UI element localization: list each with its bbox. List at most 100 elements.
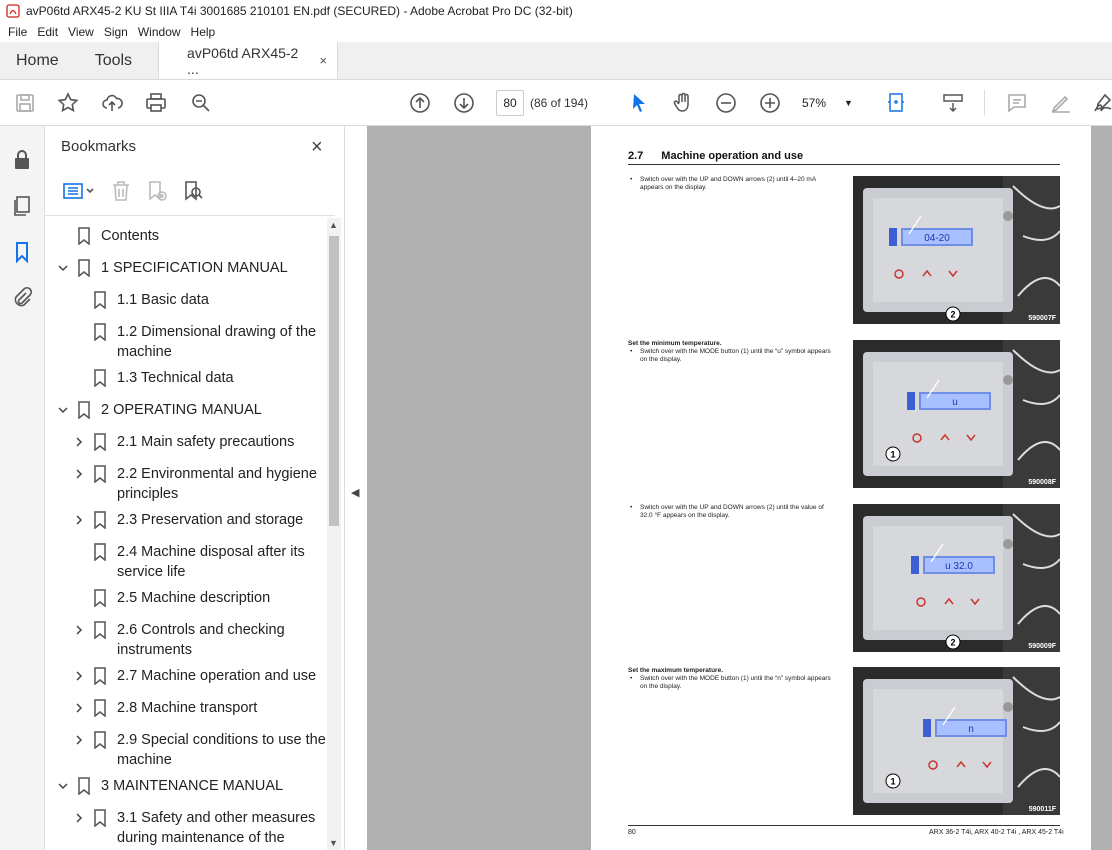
chevron-right-icon[interactable] bbox=[73, 670, 85, 682]
scroll-down-icon[interactable]: ▼ bbox=[329, 838, 338, 848]
bookmark-label: 3.1 Safety and other measures during mai… bbox=[117, 810, 316, 846]
menu-edit[interactable]: Edit bbox=[37, 25, 58, 39]
document-viewer[interactable]: 2.7 Machine operation and use Switch over… bbox=[367, 126, 1112, 850]
bookmark-item[interactable]: 3.1 Safety and other measures during mai… bbox=[45, 808, 329, 848]
bookmark-icon bbox=[78, 259, 90, 277]
zoom-out-icon[interactable] bbox=[713, 90, 739, 116]
attachment-icon[interactable] bbox=[10, 286, 34, 310]
bookmark-item[interactable]: 1.2 Dimensional drawing of the machine bbox=[45, 322, 329, 362]
bookmarks-panel: Bookmarks × Contents 1 SPECIFICATION MANU… bbox=[45, 126, 345, 850]
scrollbar-thumb[interactable] bbox=[329, 236, 339, 526]
chevron-right-icon[interactable] bbox=[73, 812, 85, 824]
bookmark-icon bbox=[94, 465, 106, 483]
bookmark-label: Contents bbox=[101, 228, 160, 244]
photo-code: 590007F bbox=[1028, 315, 1056, 322]
callout-number: 2 bbox=[950, 310, 955, 320]
collapse-panel-icon[interactable]: ◀ bbox=[351, 486, 359, 499]
bookmark-item[interactable]: 2.9 Special conditions to use the machin… bbox=[45, 730, 329, 770]
chevron-right-icon[interactable] bbox=[73, 734, 85, 746]
delete-icon[interactable] bbox=[109, 179, 133, 203]
chevron-right-icon[interactable] bbox=[73, 702, 85, 714]
bookmark-icon[interactable] bbox=[10, 240, 34, 264]
bookmark-label: 2 OPERATING MANUAL bbox=[101, 402, 262, 418]
bookmark-label: 2.8 Machine transport bbox=[117, 700, 258, 716]
chevron-down-icon[interactable] bbox=[57, 404, 69, 416]
chevron-down-icon[interactable] bbox=[57, 780, 69, 792]
bookmark-label: 2.7 Machine operation and use bbox=[117, 668, 317, 684]
bookmark-tree: Contents 1 SPECIFICATION MANUAL 1.1 Basic … bbox=[45, 218, 329, 850]
display-readout: u 32.0 bbox=[945, 561, 973, 572]
section-title: Machine operation and use bbox=[661, 150, 804, 162]
bookmark-icon bbox=[94, 809, 106, 827]
bookmark-label: 1 SPECIFICATION MANUAL bbox=[101, 260, 288, 276]
arrow-down-circle-icon[interactable] bbox=[451, 90, 477, 116]
zoom-select[interactable]: 57% ▼ bbox=[802, 92, 864, 114]
bookmark-label: 2.1 Main safety precautions bbox=[117, 434, 295, 450]
tab-tools[interactable]: Tools bbox=[75, 42, 148, 79]
tab-close-button[interactable]: × bbox=[319, 53, 327, 68]
sign-icon[interactable] bbox=[1090, 90, 1112, 116]
star-icon[interactable] bbox=[55, 90, 81, 116]
bookmark-label: 1.1 Basic data bbox=[117, 292, 209, 308]
page-count: (86 of 194) bbox=[530, 96, 589, 110]
fit-page-icon[interactable] bbox=[884, 90, 910, 116]
bookmark-icon bbox=[78, 401, 90, 419]
menu-file[interactable]: File bbox=[8, 25, 27, 39]
bookmark-label: 3 MAINTENANCE MANUAL bbox=[101, 778, 284, 794]
bookmark-item[interactable]: 2.4 Machine disposal after its service l… bbox=[45, 542, 329, 582]
pen-icon[interactable] bbox=[1048, 90, 1074, 116]
left-navigation-rail bbox=[0, 126, 45, 850]
add-bookmark-icon[interactable] bbox=[145, 179, 169, 203]
arrow-up-circle-icon[interactable] bbox=[407, 90, 433, 116]
upload-icon[interactable] bbox=[99, 90, 125, 116]
controller-photo: 1 n 590011F bbox=[853, 667, 1060, 815]
tab-document[interactable]: avP06td ARX45-2 ... × bbox=[158, 42, 339, 79]
menu-view[interactable]: View bbox=[68, 25, 94, 39]
hand-icon[interactable] bbox=[670, 90, 696, 116]
page-thumbnails-icon[interactable] bbox=[10, 194, 34, 218]
chevron-down-icon[interactable] bbox=[57, 262, 69, 274]
tab-home[interactable]: Home bbox=[0, 42, 75, 79]
controller-photo: 2 u 32.0 590009F bbox=[853, 504, 1060, 652]
comment-icon[interactable] bbox=[1004, 90, 1030, 116]
page-number-input[interactable]: 80 bbox=[496, 90, 524, 116]
chevron-right-icon[interactable] bbox=[73, 514, 85, 526]
find-bookmark-icon[interactable] bbox=[181, 179, 205, 203]
zoom-in-icon[interactable] bbox=[757, 90, 783, 116]
display-readout: 04-20 bbox=[924, 233, 950, 244]
lock-icon[interactable] bbox=[10, 148, 34, 172]
print-icon[interactable] bbox=[143, 90, 169, 116]
chevron-right-icon[interactable] bbox=[73, 468, 85, 480]
pointer-icon[interactable] bbox=[626, 90, 652, 116]
chevron-right-icon[interactable] bbox=[73, 624, 85, 636]
bookmark-icon bbox=[94, 433, 106, 451]
bookmark-icon bbox=[94, 291, 106, 309]
bookmark-item[interactable]: 2.6 Controls and checking instruments bbox=[45, 620, 329, 660]
chevron-right-icon[interactable] bbox=[73, 436, 85, 448]
search-icon[interactable] bbox=[188, 90, 214, 116]
callout-number: 1 bbox=[890, 777, 895, 787]
controller-photo: 1 u 590008F bbox=[853, 340, 1060, 488]
bookmark-label: 2.9 Special conditions to use the machin… bbox=[117, 732, 326, 768]
bookmark-icon bbox=[94, 369, 106, 387]
section-number: 2.7 bbox=[628, 150, 644, 162]
scroll-up-icon[interactable]: ▲ bbox=[329, 220, 338, 230]
menu-help[interactable]: Help bbox=[191, 25, 216, 39]
bookmark-icon bbox=[78, 227, 90, 245]
pdf-page: 2.7 Machine operation and use Switch over… bbox=[591, 126, 1091, 850]
callout-number: 1 bbox=[890, 450, 895, 460]
bookmark-icon bbox=[94, 589, 106, 607]
menu-sign[interactable]: Sign bbox=[104, 25, 128, 39]
acrobat-icon bbox=[6, 4, 20, 18]
menu-window[interactable]: Window bbox=[138, 25, 181, 39]
bookmark-item[interactable]: 2.2 Environmental and hygiene principles bbox=[45, 464, 329, 504]
section-heading: 2.7 Machine operation and use bbox=[628, 150, 803, 162]
save-icon[interactable] bbox=[12, 90, 38, 116]
bookmark-icon bbox=[94, 511, 106, 529]
bookmarks-scrollbar[interactable]: ▲ ▼ bbox=[327, 218, 341, 850]
scroll-mode-icon[interactable] bbox=[940, 90, 966, 116]
toolbar-divider bbox=[984, 90, 985, 116]
footer-model: ARX 36-2 T4i, ARX 40-2 T4i , ARX 45-2 T4… bbox=[929, 829, 1064, 836]
close-icon[interactable]: × bbox=[311, 136, 323, 159]
options-list-icon[interactable] bbox=[61, 179, 97, 203]
